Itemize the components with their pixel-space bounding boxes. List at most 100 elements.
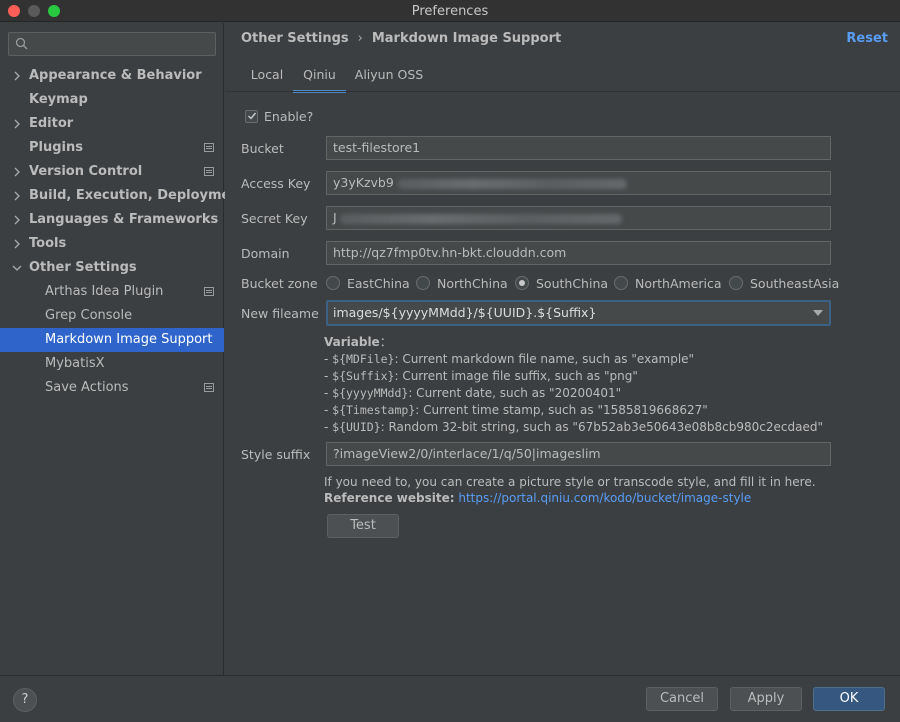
variables-heading: Variable bbox=[324, 335, 380, 349]
variable-prefix: - bbox=[324, 386, 333, 400]
sidebar-item-plugins[interactable]: Plugins bbox=[0, 136, 224, 160]
sidebar-item-arthas[interactable]: Arthas Idea Plugin bbox=[0, 280, 224, 304]
search-icon bbox=[15, 37, 28, 50]
test-button[interactable]: Test bbox=[327, 514, 399, 538]
bucket-field[interactable]: test-filestore1 bbox=[326, 136, 831, 160]
variables-heading-suffix: ： bbox=[379, 335, 392, 349]
variable-desc: : Current date, such as "20200401" bbox=[408, 386, 622, 400]
settings-tree: Appearance & Behavior Keymap Editor Plug… bbox=[0, 64, 246, 400]
zone-radio-eastchina[interactable] bbox=[326, 276, 340, 290]
dialog-footer: ? Cancel Apply OK bbox=[0, 675, 900, 722]
sidebar-item-languages[interactable]: Languages & Frameworks bbox=[0, 208, 224, 232]
sidebar-item-tools[interactable]: Tools bbox=[0, 232, 224, 256]
sidebar-item-label: Markdown Image Support bbox=[45, 332, 213, 347]
variable-prefix: - bbox=[324, 420, 333, 434]
sidebar-item-markdown-image-support[interactable]: Markdown Image Support bbox=[0, 328, 224, 352]
zone-label-northamerica[interactable]: NorthAmerica bbox=[635, 276, 722, 291]
variable-name: ${Timestamp} bbox=[332, 403, 416, 417]
tab-aliyun-oss[interactable]: Aliyun OSS bbox=[353, 65, 425, 93]
chevron-right-icon[interactable] bbox=[12, 119, 22, 129]
sidebar-item-mybatisx[interactable]: MybatisX bbox=[0, 352, 224, 376]
variable-name: ${Suffix} bbox=[332, 369, 395, 383]
chevron-right-icon[interactable] bbox=[12, 215, 22, 225]
sidebar-item-label: Tools bbox=[29, 236, 67, 251]
sidebar-item-grep-console[interactable]: Grep Console bbox=[0, 304, 224, 328]
sidebar-item-save-actions[interactable]: Save Actions bbox=[0, 376, 224, 400]
access-key-label: Access Key bbox=[241, 176, 311, 191]
zone-radio-southchina[interactable] bbox=[515, 276, 529, 290]
sidebar-item-label: Other Settings bbox=[29, 260, 137, 275]
reference-link[interactable]: https://portal.qiniu.com/kodo/bucket/ima… bbox=[458, 491, 751, 505]
variable-row: - ${MDFile}: Current markdown file name,… bbox=[324, 351, 823, 368]
sidebar-item-label: Build, Execution, Deployment bbox=[29, 188, 246, 203]
secret-key-label: Secret Key bbox=[241, 211, 308, 226]
hint-text: If you need to, you can create a picture… bbox=[324, 475, 816, 489]
bucket-zone-label: Bucket zone bbox=[241, 276, 318, 291]
zone-radio-southeastasia[interactable] bbox=[729, 276, 743, 290]
new-filename-label: New fileame bbox=[241, 306, 319, 321]
sidebar-item-editor[interactable]: Editor bbox=[0, 112, 224, 136]
chevron-right-icon[interactable] bbox=[12, 167, 22, 177]
variable-row: - ${Timestamp}: Current time stamp, such… bbox=[324, 402, 823, 419]
variable-name: ${UUID} bbox=[332, 420, 381, 434]
reference-label: Reference website: bbox=[324, 491, 455, 505]
zone-label-northchina[interactable]: NorthChina bbox=[437, 276, 508, 291]
breadcrumb-parent[interactable]: Other Settings bbox=[241, 31, 349, 46]
checkmark-icon bbox=[248, 112, 257, 120]
sidebar-item-label: Appearance & Behavior bbox=[29, 68, 202, 83]
reset-link[interactable]: Reset bbox=[846, 31, 888, 46]
tab-local[interactable]: Local bbox=[241, 65, 293, 93]
style-suffix-field[interactable]: ?imageView2/0/interlace/1/q/50|imageslim bbox=[326, 442, 831, 466]
zone-label-southchina[interactable]: SouthChina bbox=[536, 276, 608, 291]
sidebar-item-other-settings[interactable]: Other Settings bbox=[0, 256, 224, 280]
chevron-right-icon[interactable] bbox=[12, 191, 22, 201]
sidebar-item-version-control[interactable]: Version Control bbox=[0, 160, 224, 184]
sidebar-item-keymap[interactable]: Keymap bbox=[0, 88, 224, 112]
sidebar-item-label: Plugins bbox=[29, 140, 83, 155]
settings-search-input[interactable] bbox=[8, 32, 216, 56]
help-button[interactable]: ? bbox=[13, 688, 37, 712]
sidebar-item-appearance[interactable]: Appearance & Behavior bbox=[0, 64, 224, 88]
new-filename-combobox[interactable]: images/${yyyyMMdd}/${UUID}.${Suffix} bbox=[326, 300, 831, 326]
sidebar-item-label: MybatisX bbox=[45, 356, 105, 371]
variable-desc: : Random 32-bit string, such as "67b52ab… bbox=[380, 420, 823, 434]
chevron-right-icon[interactable] bbox=[12, 239, 22, 249]
sidebar-item-label: Save Actions bbox=[45, 380, 129, 395]
sidebar-item-label: Arthas Idea Plugin bbox=[45, 284, 164, 299]
apply-button[interactable]: Apply bbox=[730, 687, 802, 711]
variable-prefix: - bbox=[324, 369, 333, 383]
breadcrumb: Other Settings › Markdown Image Support bbox=[241, 31, 561, 46]
cancel-button[interactable]: Cancel bbox=[646, 687, 718, 711]
project-settings-icon bbox=[204, 143, 214, 152]
tab-divider bbox=[225, 91, 900, 92]
sidebar-item-label: Editor bbox=[29, 116, 74, 131]
zone-label-eastchina[interactable]: EastChina bbox=[347, 276, 410, 291]
project-settings-icon bbox=[204, 167, 214, 176]
domain-field[interactable]: http://qz7fmp0tv.hn-bkt.clouddn.com bbox=[326, 241, 831, 265]
dropdown-arrow-icon[interactable] bbox=[813, 310, 823, 316]
variable-row: - ${Suffix}: Current image file suffix, … bbox=[324, 368, 823, 385]
access-key-field[interactable]: y3yKzvb9 bbox=[326, 171, 831, 195]
ok-button[interactable]: OK bbox=[813, 687, 885, 711]
sidebar-item-label: Version Control bbox=[29, 164, 143, 179]
domain-label: Domain bbox=[241, 246, 290, 261]
title-bar: Preferences bbox=[0, 0, 900, 22]
sidebar-item-label: Languages & Frameworks bbox=[29, 212, 219, 227]
enable-checkbox[interactable] bbox=[245, 110, 258, 123]
chevron-down-icon[interactable] bbox=[12, 263, 22, 273]
zone-label-southeastasia[interactable]: SoutheastAsia bbox=[750, 276, 839, 291]
chevron-right-icon[interactable] bbox=[12, 71, 22, 81]
secret-key-field[interactable]: J bbox=[326, 206, 831, 230]
secret-key-value: J bbox=[333, 210, 337, 225]
zone-radio-northamerica[interactable] bbox=[614, 276, 628, 290]
settings-sidebar: Appearance & Behavior Keymap Editor Plug… bbox=[0, 23, 246, 675]
zone-radio-northchina[interactable] bbox=[416, 276, 430, 290]
bucket-label: Bucket bbox=[241, 141, 284, 156]
tab-qiniu[interactable]: Qiniu bbox=[293, 65, 346, 93]
enable-label: Enable? bbox=[264, 109, 314, 124]
project-settings-icon bbox=[204, 287, 214, 296]
breadcrumb-separator: › bbox=[357, 31, 363, 46]
redacted-blur bbox=[396, 178, 627, 189]
sidebar-item-build[interactable]: Build, Execution, Deployment bbox=[0, 184, 246, 208]
variables-help: Variable： - ${MDFile}: Current markdown … bbox=[324, 334, 823, 436]
